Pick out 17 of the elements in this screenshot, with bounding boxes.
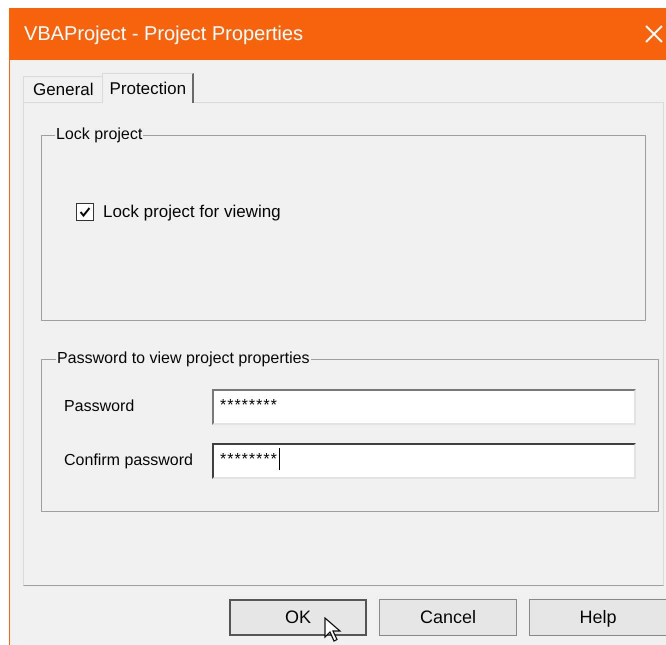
close-icon[interactable] (645, 25, 663, 43)
field-label: Confirm password (64, 451, 194, 471)
group-title: Password to view project properties (56, 349, 311, 369)
field-label: Password (64, 397, 136, 417)
tab[interactable]: Protection (102, 73, 194, 103)
group-title: Lock project (55, 125, 144, 145)
password-field[interactable]: ******** (212, 443, 636, 479)
text-cursor (278, 448, 280, 470)
dialog-button[interactable]: Cancel (379, 599, 517, 636)
dialog-button[interactable]: OK (229, 599, 367, 636)
dialog-button[interactable]: Help (529, 599, 666, 636)
checkbox-label: Lock project for viewing (103, 201, 281, 223)
tab[interactable]: General (23, 76, 102, 102)
window-title: VBAProject - Project Properties (24, 22, 304, 47)
mouse-pointer-icon (324, 617, 342, 643)
checkbox[interactable] (76, 202, 94, 221)
password-field[interactable]: ******** (212, 389, 636, 425)
